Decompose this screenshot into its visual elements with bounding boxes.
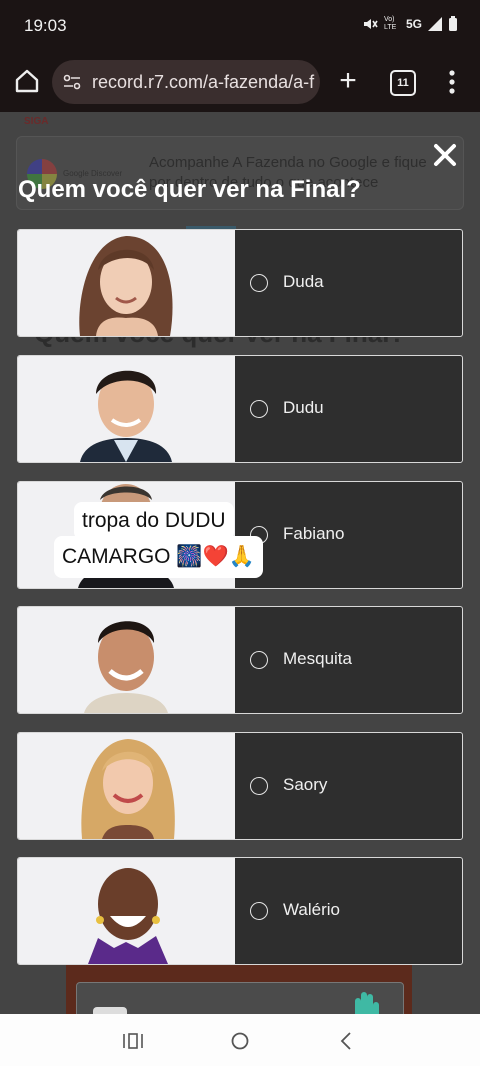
status-time: 19:03 xyxy=(24,16,67,35)
battery-icon xyxy=(449,16,457,31)
volte-indicator: Vo) LTE xyxy=(383,16,397,31)
participant-photo xyxy=(18,230,235,336)
address-bar[interactable]: record.r7.com/a-fazenda/a-f xyxy=(52,60,320,104)
option-label: Fabiano xyxy=(283,524,345,543)
option-walerio[interactable]: Walério xyxy=(17,857,463,965)
close-icon[interactable] xyxy=(430,140,460,170)
url-text[interactable]: record.r7.com/a-fazenda/a-f xyxy=(92,72,314,93)
carousel-indicator xyxy=(186,216,296,247)
radio-button[interactable] xyxy=(250,274,268,292)
option-dudu[interactable]: Dudu xyxy=(17,355,463,463)
hand-icon xyxy=(355,992,379,1014)
option-label: Duda xyxy=(283,272,324,291)
radio-button[interactable] xyxy=(250,400,268,418)
radio-button[interactable] xyxy=(250,651,268,669)
back-icon[interactable] xyxy=(334,1028,360,1054)
new-tab-button[interactable]: + xyxy=(332,66,364,98)
radio-button[interactable] xyxy=(250,777,268,795)
quiz-title: Quem você quer ver na Final? xyxy=(18,176,361,203)
background-widget xyxy=(76,982,404,1014)
option-duda[interactable]: Duda xyxy=(17,229,463,337)
home-icon[interactable] xyxy=(12,66,42,96)
recent-apps-icon[interactable] xyxy=(120,1028,146,1054)
option-mesquita[interactable]: Mesquita xyxy=(17,606,463,714)
more-options-icon[interactable] xyxy=(440,66,464,98)
option-label: Mesquita xyxy=(283,649,352,668)
option-label: Dudu xyxy=(283,398,324,417)
status-bar: 19:03 Vo) LTE 5G xyxy=(0,0,480,52)
home-nav-icon[interactable] xyxy=(227,1028,253,1054)
participant-photo xyxy=(18,356,235,462)
caption-line-1: tropa do DUDU xyxy=(74,502,234,540)
signal-icon xyxy=(428,17,442,31)
caption-line-2: CAMARGO 🎆❤️🙏 xyxy=(54,536,263,578)
option-label: Saory xyxy=(283,775,328,794)
site-settings-icon[interactable] xyxy=(62,72,82,92)
network-type: 5G xyxy=(405,17,422,31)
participant-photo xyxy=(18,607,235,713)
participant-photo xyxy=(18,733,235,839)
navigation-bar xyxy=(0,1014,480,1066)
option-label: Walério xyxy=(283,900,340,919)
radio-button[interactable] xyxy=(250,902,268,920)
caption-sticker: tropa do DUDU CAMARGO 🎆❤️🙏 xyxy=(54,500,276,580)
mute-icon xyxy=(363,19,378,29)
siga-label: SIGA xyxy=(24,116,49,127)
browser-toolbar: record.r7.com/a-fazenda/a-f + 11 xyxy=(0,52,480,112)
tab-switcher-button[interactable]: 11 xyxy=(390,70,416,96)
status-icons: Vo) LTE 5G xyxy=(362,16,458,32)
participant-photo xyxy=(18,858,235,964)
option-saory[interactable]: Saory xyxy=(17,732,463,840)
